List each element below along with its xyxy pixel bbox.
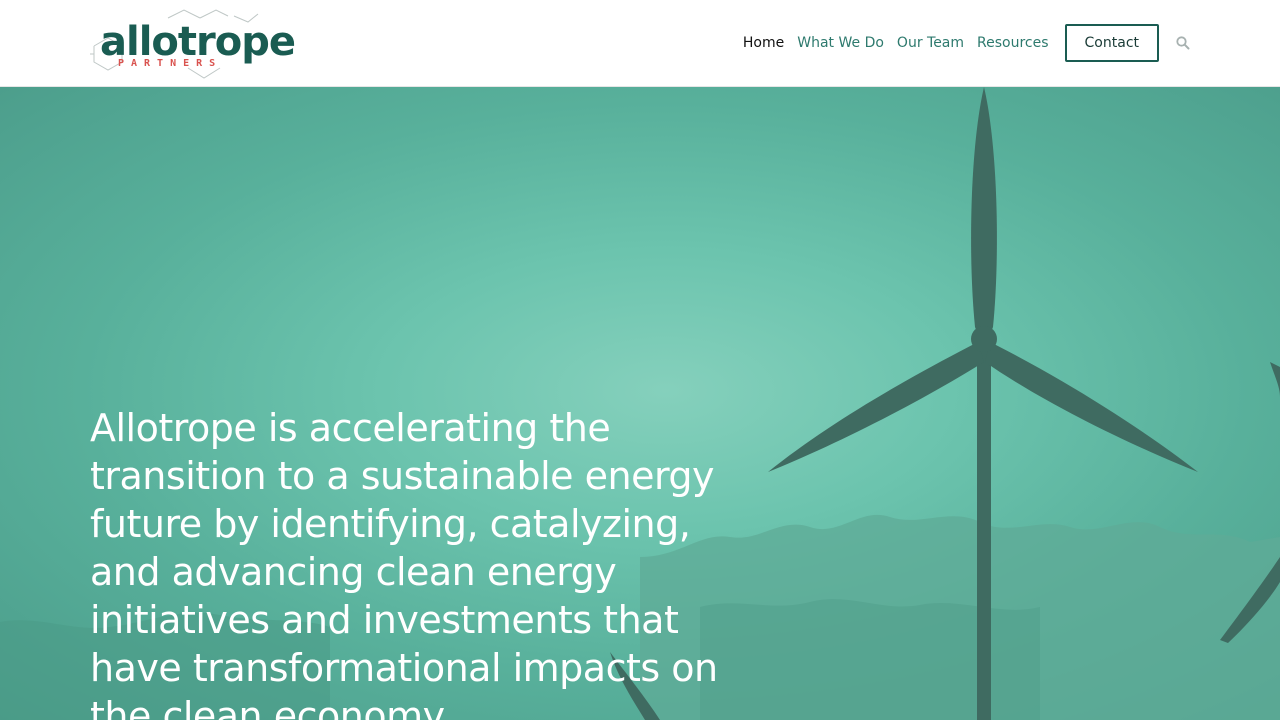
nav-item-resources[interactable]: Resources xyxy=(977,35,1049,51)
logo-wordmark: allotrope xyxy=(100,19,296,65)
site-logo[interactable]: allotrope PARTNERS xyxy=(88,8,296,80)
contact-button[interactable]: Contact xyxy=(1064,24,1159,62)
nav-item-our-team[interactable]: Our Team xyxy=(897,35,964,51)
search-button[interactable] xyxy=(1175,35,1191,51)
hero-headline: Allotrope is accelerating the transition… xyxy=(90,406,718,720)
nav-item-what-we-do[interactable]: What We Do xyxy=(797,35,884,51)
nav-item-home[interactable]: Home xyxy=(743,35,784,51)
logo-subtitle: PARTNERS xyxy=(118,58,223,69)
main-nav: Home What We Do Our Team Resources Conta… xyxy=(730,22,1191,64)
search-icon xyxy=(1176,36,1190,50)
hero-banner: Allotrope is accelerating the transition… xyxy=(0,87,1280,720)
site-header: allotrope PARTNERS Home What We Do Our T… xyxy=(0,0,1280,87)
